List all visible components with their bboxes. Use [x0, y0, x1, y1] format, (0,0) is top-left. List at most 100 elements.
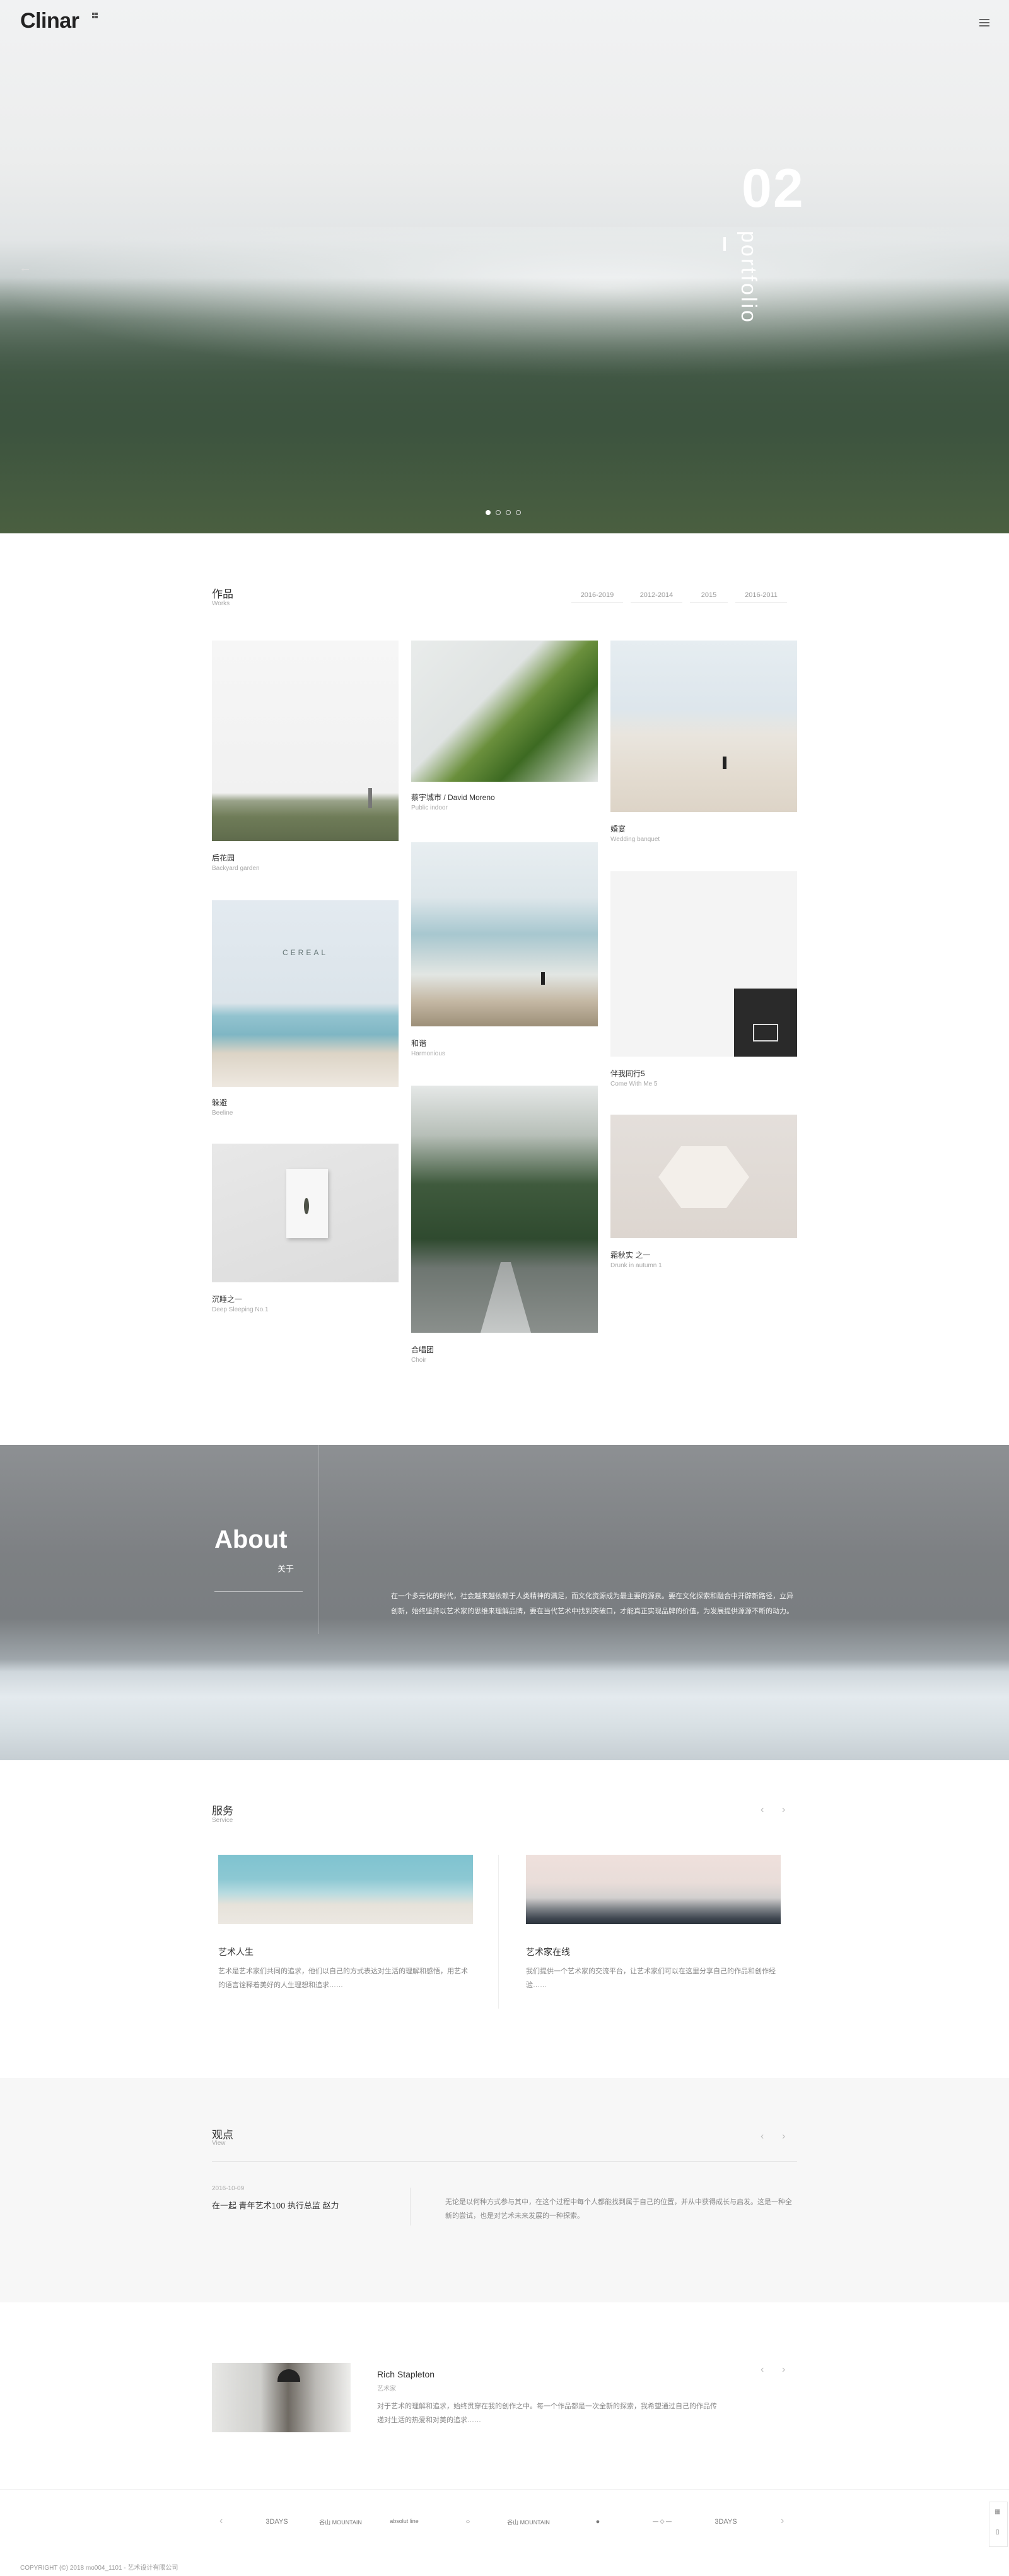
- work-subtitle: Choir: [411, 1357, 426, 1364]
- brand-logo[interactable]: 谷山 MOUNTAIN: [315, 2518, 366, 2526]
- year-tab[interactable]: 2016-2011: [735, 588, 787, 603]
- work-image-wedding-banquet[interactable]: [610, 641, 797, 812]
- hero-prev-arrow-icon[interactable]: ←: [19, 261, 32, 276]
- hero-pagination: [486, 507, 526, 515]
- cap-shape: [277, 2369, 300, 2382]
- views-prev-icon[interactable]: ‹: [761, 2131, 764, 2142]
- service-image-artist-online[interactable]: [526, 1855, 781, 1924]
- works-subtitle: Works: [212, 600, 230, 607]
- work-title[interactable]: 蔡宇城市 / David Moreno: [411, 792, 495, 803]
- work-subtitle: Beeline: [212, 1110, 233, 1117]
- surfer-shape: [541, 972, 545, 985]
- work-subtitle: Wedding banquet: [610, 836, 660, 843]
- work-subtitle: Public indoor: [411, 804, 448, 811]
- views-text: 无论是以何种方式参与其中，在这个过程中每个人都能找到属于自己的位置，并从中获得成…: [445, 2198, 792, 2220]
- hero-forest: [0, 277, 1009, 533]
- hero-dot[interactable]: [486, 510, 491, 515]
- views-section: [0, 2078, 1009, 2302]
- brand-logo[interactable]: 3DAYS: [704, 2518, 748, 2526]
- brand-logo[interactable]: 谷山 MOUNTAIN: [503, 2518, 554, 2526]
- phone-icon[interactable]: ▯: [996, 2529, 1000, 2536]
- qr-icon[interactable]: ▦: [994, 2509, 1000, 2515]
- services-prev-icon[interactable]: ‹: [761, 1804, 764, 1816]
- year-tab[interactable]: 2015: [690, 588, 728, 603]
- book-shape: [286, 1169, 328, 1238]
- logo[interactable]: Clinar: [20, 9, 79, 33]
- work-title[interactable]: 沉睡之一: [212, 1294, 242, 1304]
- hero-banner: [0, 0, 1009, 533]
- person-shape: [723, 757, 726, 769]
- services-subtitle: Service: [212, 1817, 233, 1824]
- work-title[interactable]: 躲避: [212, 1097, 227, 1108]
- service-image-art-life[interactable]: [218, 1855, 473, 1924]
- service-text: 艺术是艺术家们共同的追求，他们以自己的方式表达对生活的理解和感悟，用艺术的语言诠…: [218, 1968, 468, 1989]
- work-subtitle: Backyard garden: [212, 865, 260, 872]
- year-tab[interactable]: 2012-2014: [631, 588, 682, 603]
- lighthouse-shape: [368, 788, 372, 808]
- hero-dot[interactable]: [506, 510, 511, 515]
- work-title[interactable]: 后花园: [212, 852, 235, 863]
- brands-prev-icon[interactable]: ‹: [219, 2515, 223, 2527]
- cereal-text-graphic: CEREAL: [283, 948, 329, 957]
- work-title[interactable]: 婚宴: [610, 823, 626, 834]
- hero-dot[interactable]: [496, 510, 501, 515]
- hero-next-arrow-icon[interactable]: →: [976, 261, 989, 276]
- year-tab[interactable]: 2016-2019: [571, 588, 623, 603]
- hero-slide-number: 02: [742, 158, 805, 219]
- hero-slide-word: portfolio: [737, 231, 761, 324]
- work-image-drunk-autumn[interactable]: [610, 1115, 797, 1238]
- hero-dot[interactable]: [516, 510, 521, 515]
- brand-logo[interactable]: — ◇ —: [637, 2518, 687, 2525]
- logo-grid-icon: [92, 13, 98, 19]
- work-image-public-indoor[interactable]: [411, 641, 598, 782]
- services-divider: [498, 1855, 499, 2009]
- side-tool-widget[interactable]: ▦ ▯: [989, 2502, 1008, 2547]
- work-image-choir[interactable]: [411, 1086, 598, 1333]
- work-title[interactable]: 和谐: [411, 1038, 426, 1048]
- hexagon-plate-shape: [658, 1146, 749, 1208]
- brand-logo[interactable]: ●: [573, 2518, 623, 2526]
- brand-logo[interactable]: absolut line: [382, 2518, 426, 2524]
- about-title: About: [214, 1526, 288, 1553]
- views-headline[interactable]: 在一起 青年艺术100 执行总监 赵力: [212, 2199, 339, 2211]
- service-title[interactable]: 艺术人生: [218, 1946, 254, 1958]
- mark-icon: [753, 1024, 778, 1041]
- dark-box-shape: [734, 989, 797, 1057]
- service-title[interactable]: 艺术家在线: [526, 1946, 570, 1958]
- work-subtitle: Come With Me 5: [610, 1081, 658, 1088]
- about-subtitle: 关于: [277, 1564, 295, 1574]
- about-text: 在一个多元化的时代，社会越来越依赖于人类精神的满足，而文化资源成为最主要的源泉。…: [391, 1593, 793, 1615]
- work-title[interactable]: 合唱团: [411, 1344, 434, 1355]
- views-divider: [410, 2188, 411, 2225]
- about-divider: [318, 1445, 319, 1634]
- views-next-icon[interactable]: ›: [782, 2131, 785, 2142]
- work-image-harmonious[interactable]: [411, 842, 598, 1026]
- copyright: COPYRIGHT (©) 2018 mo004_1101 - 艺术设计有限公司: [20, 2565, 178, 2572]
- work-image-beeline[interactable]: CEREAL: [212, 900, 399, 1087]
- brands-rule: [0, 2489, 1009, 2490]
- brand-logo[interactable]: 3DAYS: [255, 2518, 299, 2526]
- work-subtitle: Deep Sleeping No.1: [212, 1306, 269, 1313]
- views-rule: [212, 2161, 797, 2162]
- work-image-backyard[interactable]: [212, 641, 399, 841]
- testimonial-prev-icon[interactable]: ‹: [761, 2364, 764, 2376]
- works-title: 作品: [212, 588, 233, 600]
- work-title[interactable]: 伴我同行5: [610, 1068, 645, 1079]
- testimonial-text: 对于艺术的理解和追求，始终贯穿在我的创作之中。每一个作品都是一次全新的探索，我希…: [377, 2403, 717, 2424]
- testimonial-name: Rich Stapleton: [377, 2369, 435, 2379]
- about-underline: [214, 1591, 303, 1592]
- work-image-deep-sleeping[interactable]: [212, 1144, 399, 1282]
- leaf-icon: [304, 1198, 309, 1214]
- services-next-icon[interactable]: ›: [782, 1804, 785, 1816]
- work-image-come-with-me[interactable]: [610, 871, 797, 1057]
- service-text: 我们提供一个艺术家的交流平台，让艺术家们可以在这里分享自己的作品和创作经验……: [526, 1968, 776, 1989]
- road-shape: [481, 1262, 531, 1333]
- work-subtitle: Drunk in autumn 1: [610, 1262, 662, 1269]
- testimonial-photo: [212, 2363, 351, 2432]
- work-title[interactable]: 霜秋实 之一: [610, 1250, 650, 1260]
- hero-accent-line: [723, 237, 726, 251]
- brand-logo[interactable]: ○: [449, 2518, 487, 2526]
- brands-next-icon[interactable]: ›: [781, 2515, 784, 2527]
- testimonial-next-icon[interactable]: ›: [782, 2364, 785, 2376]
- menu-icon[interactable]: [979, 19, 989, 26]
